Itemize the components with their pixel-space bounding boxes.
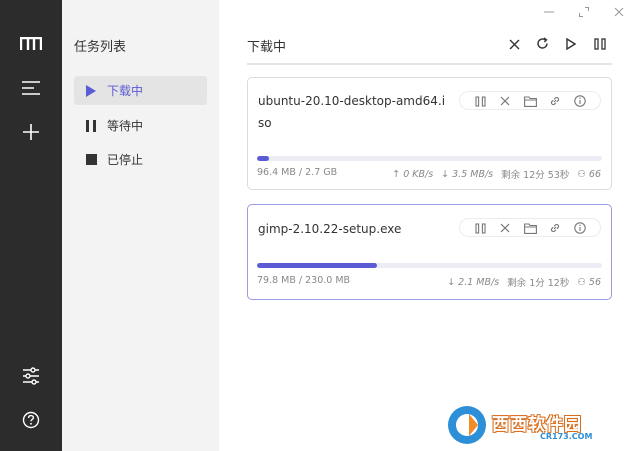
main-panel: 下载中 ubuntu-20.10-desktop-amd64.iso 96.4 …	[219, 0, 640, 451]
close-window-icon[interactable]	[611, 4, 627, 20]
stop-icon	[84, 153, 98, 167]
watermark: 西西软件园 CR173.COM	[440, 400, 640, 450]
folder-icon[interactable]	[522, 93, 538, 109]
connections-icon: ⚇	[577, 276, 589, 288]
pause-icon	[594, 35, 606, 54]
minimize-icon[interactable]	[541, 4, 557, 20]
task-name: ubuntu-20.10-desktop-amd64.iso	[258, 94, 446, 130]
task-stats: ↑ 0 KB/s ↓ 3.5 MB/s 剩余 12分 53秒 ⚇ 66	[392, 167, 601, 182]
sidebar-item-label: 等待中	[107, 119, 144, 133]
folder-icon[interactable]	[522, 220, 538, 236]
remaining-time: 剩余 1分 12秒	[507, 278, 570, 289]
sidebar-item-stopped[interactable]: 已停止	[74, 145, 207, 174]
page-title: 下载中	[247, 40, 287, 55]
pause-icon[interactable]	[472, 220, 488, 236]
logo-icon[interactable]	[11, 24, 51, 64]
upload-speed-icon: ↑	[392, 168, 404, 180]
remaining-time: 剩余 12分 53秒	[501, 170, 570, 181]
connections-count: 56	[588, 276, 601, 288]
add-icon[interactable]	[11, 112, 51, 152]
pause-all-button[interactable]	[591, 35, 609, 53]
remove-all-button[interactable]	[505, 35, 523, 53]
info-icon[interactable]	[572, 93, 588, 109]
download-speed-icon: ↓	[447, 276, 459, 288]
maximize-icon[interactable]	[576, 4, 592, 20]
refresh-icon	[536, 35, 549, 54]
task-size: 79.8 MB / 230.0 MB	[257, 275, 351, 286]
resume-all-button[interactable]	[562, 35, 580, 53]
play-icon	[84, 84, 98, 98]
progress-fill	[257, 263, 377, 268]
task-toolbar	[459, 91, 601, 110]
task-card[interactable]: gimp-2.10.22-setup.exe 79.8 MB / 230.0 M…	[247, 204, 612, 300]
task-size: 96.4 MB / 2.7 GB	[257, 167, 338, 178]
link-icon[interactable]	[547, 93, 563, 109]
close-icon[interactable]	[497, 220, 513, 236]
pause-icon[interactable]	[472, 93, 488, 109]
info-icon[interactable]	[572, 220, 588, 236]
task-stats: ↓ 2.1 MB/s 剩余 1分 12秒 ⚇ 56	[447, 275, 601, 290]
play-icon	[566, 35, 577, 54]
task-sidebar: 任务列表 下载中 等待中 已停止	[62, 0, 219, 451]
sidebar-title: 任务列表	[74, 40, 127, 55]
close-icon	[509, 35, 520, 54]
divider	[247, 63, 612, 65]
menu-icon[interactable]	[11, 68, 51, 108]
watermark-logo-icon	[448, 406, 486, 444]
progress-fill	[257, 156, 270, 161]
connections-icon: ⚇	[577, 168, 589, 180]
close-icon[interactable]	[497, 93, 513, 109]
upload-speed: 0 KB/s	[403, 168, 434, 180]
link-icon[interactable]	[547, 220, 563, 236]
connections-count: 66	[588, 168, 601, 180]
download-speed: 3.5 MB/s	[452, 168, 494, 180]
watermark-sub: CR173.COM	[540, 432, 593, 441]
sidebar-item-downloading[interactable]: 下载中	[74, 76, 207, 105]
download-speed: 2.1 MB/s	[458, 276, 500, 288]
progress-bar	[257, 156, 602, 161]
task-card[interactable]: ubuntu-20.10-desktop-amd64.iso 96.4 MB /…	[247, 77, 612, 190]
sidebar-item-waiting[interactable]: 等待中	[74, 111, 207, 140]
progress-bar	[257, 263, 602, 268]
download-speed-icon: ↓	[441, 168, 453, 180]
sidebar-item-label: 已停止	[107, 153, 144, 167]
refresh-button[interactable]	[533, 35, 551, 53]
settings-sliders-icon[interactable]	[11, 356, 51, 396]
help-icon[interactable]	[11, 400, 51, 440]
app-rail	[0, 0, 62, 451]
sidebar-item-label: 下载中	[107, 84, 144, 98]
pause-icon	[84, 119, 98, 133]
task-name: gimp-2.10.22-setup.exe	[258, 222, 402, 236]
task-toolbar	[459, 218, 601, 237]
